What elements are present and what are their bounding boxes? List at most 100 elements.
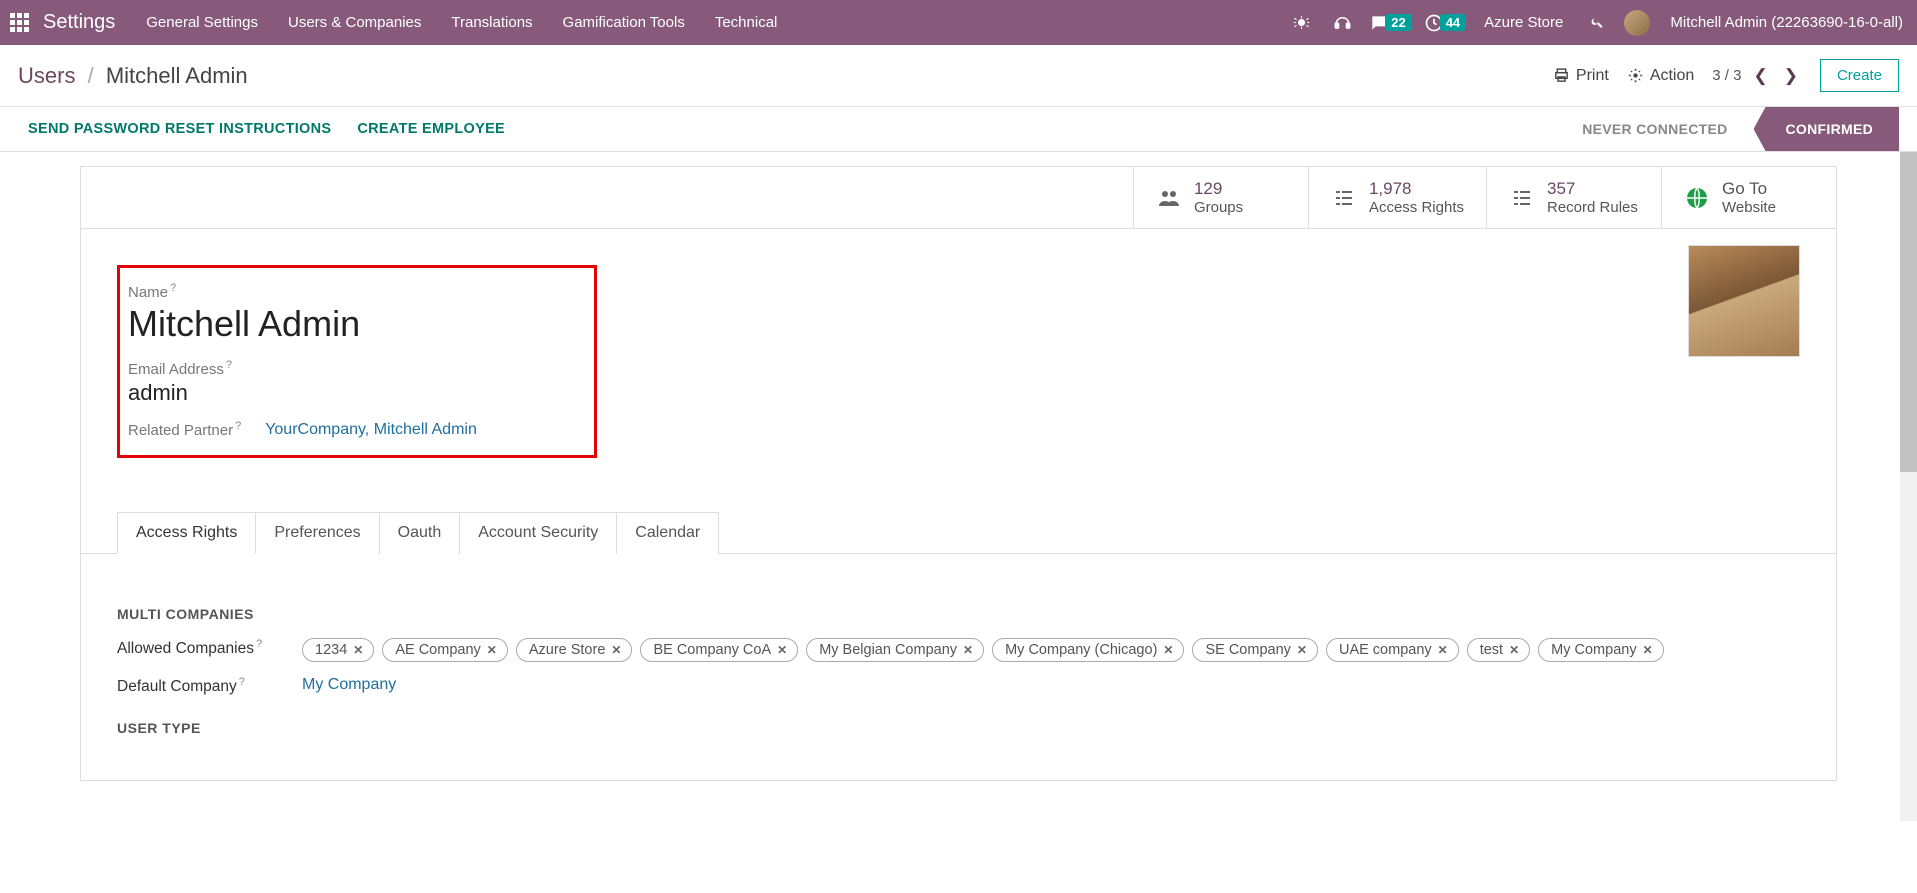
stat-label: Groups bbox=[1194, 199, 1243, 216]
tab-oauth[interactable]: Oauth bbox=[379, 512, 461, 554]
topbar: Settings General Settings Users & Compan… bbox=[0, 0, 1917, 45]
tab-preferences[interactable]: Preferences bbox=[255, 512, 379, 554]
chip-remove-icon[interactable]: ✕ bbox=[611, 643, 621, 657]
chip-remove-icon[interactable]: ✕ bbox=[777, 643, 787, 657]
create-button[interactable]: Create bbox=[1820, 59, 1899, 92]
default-company-value[interactable]: My Company bbox=[302, 676, 396, 694]
print-button[interactable]: Print bbox=[1553, 67, 1609, 85]
nav-general-settings[interactable]: General Settings bbox=[133, 14, 271, 31]
help-icon[interactable]: ? bbox=[226, 359, 232, 371]
stat-num: Go To bbox=[1722, 179, 1776, 199]
stat-num: 129 bbox=[1194, 179, 1243, 199]
scrollbar[interactable] bbox=[1900, 152, 1917, 821]
help-icon[interactable]: ? bbox=[239, 676, 245, 688]
support-icon[interactable] bbox=[1333, 13, 1352, 32]
activities-count: 44 bbox=[1440, 14, 1466, 31]
breadcrumb: Users / Mitchell Admin bbox=[18, 63, 248, 89]
nav-technical[interactable]: Technical bbox=[702, 14, 791, 31]
user-avatar-icon[interactable] bbox=[1624, 10, 1650, 36]
form-sheet: 129Groups 1,978Access Rights 357Record R… bbox=[80, 166, 1837, 781]
pager-prev-icon[interactable]: ❮ bbox=[1749, 64, 1771, 88]
help-icon[interactable]: ? bbox=[170, 282, 176, 294]
company-chip[interactable]: SE Company✕ bbox=[1192, 638, 1318, 662]
tab-access-rights[interactable]: Access Rights bbox=[117, 512, 256, 554]
default-company-label: Default Company? bbox=[117, 676, 302, 696]
chip-remove-icon[interactable]: ✕ bbox=[1163, 643, 1173, 657]
content: 129Groups 1,978Access Rights 357Record R… bbox=[0, 152, 1917, 821]
stat-row: 129Groups 1,978Access Rights 357Record R… bbox=[81, 167, 1836, 229]
action-label: Action bbox=[1650, 67, 1694, 85]
partner-label: Related Partner? bbox=[128, 420, 241, 439]
email-value[interactable]: admin bbox=[128, 380, 582, 406]
stat-label: Access Rights bbox=[1369, 199, 1464, 216]
stat-record-rules[interactable]: 357Record Rules bbox=[1486, 167, 1661, 228]
allowed-companies-label: Allowed Companies? bbox=[117, 638, 302, 658]
help-icon[interactable]: ? bbox=[235, 420, 241, 432]
allowed-companies-chips[interactable]: 1234✕ AE Company✕ Azure Store✕ BE Compan… bbox=[302, 638, 1664, 662]
chip-remove-icon[interactable]: ✕ bbox=[353, 643, 363, 657]
pager-text: 3 / 3 bbox=[1712, 67, 1741, 84]
section-multi-companies: MULTI COMPANIES bbox=[117, 606, 1800, 622]
messages-count: 22 bbox=[1385, 14, 1411, 31]
breadcrumb-sep: / bbox=[88, 63, 94, 88]
pager-next-icon[interactable]: ❯ bbox=[1780, 64, 1802, 88]
nav-gamification[interactable]: Gamification Tools bbox=[550, 14, 698, 31]
stat-num: 357 bbox=[1547, 179, 1638, 199]
scrollbar-thumb[interactable] bbox=[1900, 152, 1917, 472]
chip-remove-icon[interactable]: ✕ bbox=[1643, 643, 1653, 657]
company-selector[interactable]: Azure Store bbox=[1484, 14, 1563, 31]
create-employee-button[interactable]: CREATE EMPLOYEE bbox=[357, 121, 505, 137]
action-bar: SEND PASSWORD RESET INSTRUCTIONS CREATE … bbox=[0, 107, 1917, 152]
breadcrumb-root[interactable]: Users bbox=[18, 63, 75, 88]
nav-users-companies[interactable]: Users & Companies bbox=[275, 14, 434, 31]
activities-button[interactable]: 44 bbox=[1424, 13, 1466, 33]
current-user[interactable]: Mitchell Admin (22263690-16-0-all) bbox=[1670, 14, 1903, 31]
chip-remove-icon[interactable]: ✕ bbox=[963, 643, 973, 657]
chip-remove-icon[interactable]: ✕ bbox=[487, 643, 497, 657]
company-chip[interactable]: test✕ bbox=[1467, 638, 1530, 662]
tab-account-security[interactable]: Account Security bbox=[459, 512, 617, 554]
name-label: Name? bbox=[128, 282, 582, 301]
breadcrumb-current: Mitchell Admin bbox=[106, 63, 248, 88]
partner-link[interactable]: YourCompany, Mitchell Admin bbox=[265, 421, 477, 439]
help-icon[interactable]: ? bbox=[256, 638, 262, 650]
status-confirmed[interactable]: CONFIRMED bbox=[1754, 107, 1899, 151]
highlighted-region: Name? Mitchell Admin Email Address? admi… bbox=[117, 265, 597, 458]
tools-icon[interactable] bbox=[1586, 13, 1605, 32]
nav-translations[interactable]: Translations bbox=[438, 14, 545, 31]
company-chip[interactable]: My Belgian Company✕ bbox=[806, 638, 984, 662]
default-company-row: Default Company? My Company bbox=[117, 676, 1800, 696]
chip-remove-icon[interactable]: ✕ bbox=[1297, 643, 1307, 657]
stat-num: 1,978 bbox=[1369, 179, 1464, 199]
action-button[interactable]: Action bbox=[1627, 67, 1694, 85]
messages-button[interactable]: 22 bbox=[1369, 13, 1411, 33]
name-value[interactable]: Mitchell Admin bbox=[128, 303, 582, 345]
user-photo[interactable] bbox=[1688, 245, 1800, 357]
tab-calendar[interactable]: Calendar bbox=[616, 512, 719, 554]
company-chip[interactable]: AE Company✕ bbox=[382, 638, 508, 662]
email-label: Email Address? bbox=[128, 359, 582, 378]
stat-label: Website bbox=[1722, 199, 1776, 216]
form-body: Name? Mitchell Admin Email Address? admi… bbox=[81, 229, 1836, 494]
status-never-connected[interactable]: NEVER CONNECTED bbox=[1556, 107, 1753, 151]
allowed-companies-row: Allowed Companies? 1234✕ AE Company✕ Azu… bbox=[117, 638, 1800, 662]
stat-label: Record Rules bbox=[1547, 199, 1638, 216]
company-chip[interactable]: UAE company✕ bbox=[1326, 638, 1459, 662]
company-chip[interactable]: Azure Store✕ bbox=[516, 638, 633, 662]
stat-groups[interactable]: 129Groups bbox=[1133, 167, 1308, 228]
section-user-type: USER TYPE bbox=[117, 720, 1800, 736]
tabs: Access Rights Preferences Oauth Account … bbox=[117, 512, 1836, 554]
company-chip[interactable]: My Company (Chicago)✕ bbox=[992, 638, 1184, 662]
company-chip[interactable]: 1234✕ bbox=[302, 638, 374, 662]
stat-access-rights[interactable]: 1,978Access Rights bbox=[1308, 167, 1486, 228]
chip-remove-icon[interactable]: ✕ bbox=[1509, 643, 1519, 657]
pager: 3 / 3 ❮ ❯ bbox=[1712, 64, 1802, 88]
bug-icon[interactable] bbox=[1292, 13, 1311, 32]
apps-menu-icon[interactable] bbox=[10, 13, 29, 32]
chip-remove-icon[interactable]: ✕ bbox=[1438, 643, 1448, 657]
company-chip[interactable]: BE Company CoA✕ bbox=[640, 638, 798, 662]
company-chip[interactable]: My Company✕ bbox=[1538, 638, 1663, 662]
send-password-reset-button[interactable]: SEND PASSWORD RESET INSTRUCTIONS bbox=[28, 121, 331, 137]
stat-website[interactable]: Go ToWebsite bbox=[1661, 167, 1836, 228]
app-title: Settings bbox=[43, 11, 115, 34]
